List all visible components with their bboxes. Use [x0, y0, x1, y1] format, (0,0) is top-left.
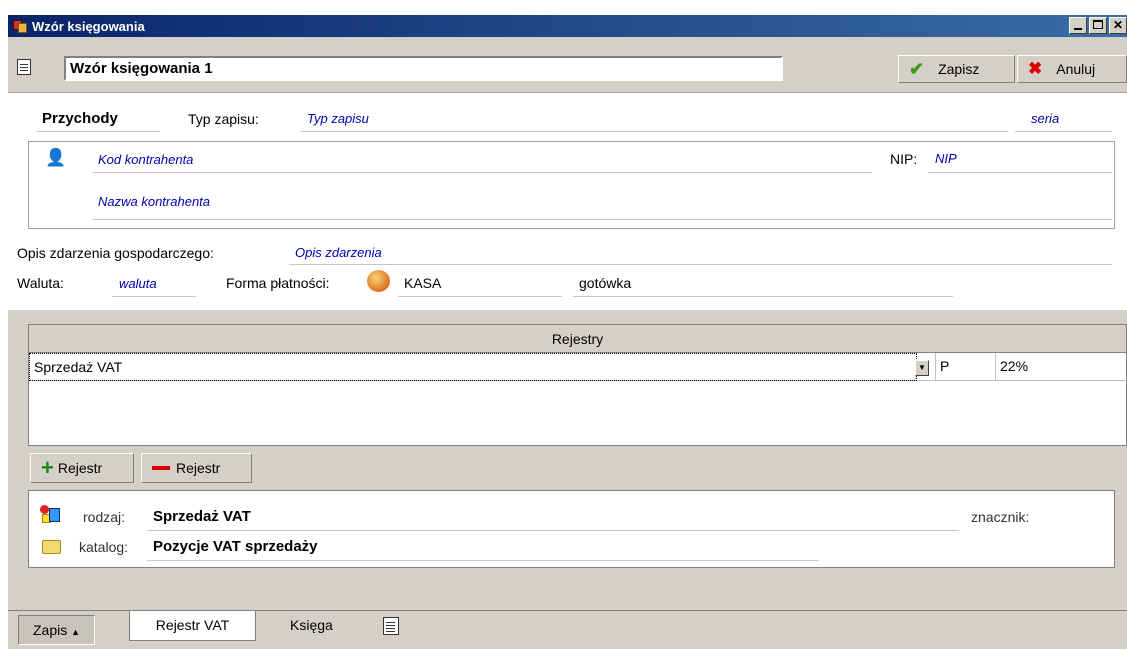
folder-icon [42, 540, 61, 554]
nip-field[interactable]: NIP [935, 151, 957, 166]
chevron-down-icon[interactable]: ▼ [915, 360, 929, 376]
section-title: Przychody [42, 110, 118, 127]
cashbox-field[interactable]: KASA [404, 275, 441, 291]
registers-grid: Rejestry Sprzedaż VAT ▼ P 22% [28, 324, 1127, 446]
series-field[interactable]: seria [1031, 111, 1059, 126]
contractor-name-field[interactable]: Nazwa kontrahenta [98, 194, 210, 209]
kind-label: rodzaj: [83, 509, 126, 525]
cross-icon: ✖ [1028, 59, 1043, 78]
currency-label: Waluta: [17, 275, 64, 291]
payment-label: Forma płatności: [226, 275, 330, 291]
currency-field[interactable]: waluta [119, 276, 157, 291]
maximize-button[interactable] [1089, 17, 1107, 34]
marker-label: znacznik: [971, 509, 1030, 525]
app-icon[interactable] [12, 18, 28, 34]
contractor-code-field[interactable]: Kod kontrahenta [98, 152, 193, 167]
event-label: Opis zdarzenia gospodarczego: [17, 245, 214, 261]
register-rate-cell[interactable]: 22% [995, 353, 1127, 381]
remove-register-label: Rejestr [176, 460, 221, 476]
contractor-icon[interactable]: 👤 [45, 148, 66, 168]
catalog-label: katalog: [79, 539, 129, 555]
minus-icon [152, 466, 170, 470]
register-details-box [28, 490, 1115, 568]
document-icon [17, 59, 31, 75]
window-title: Wzór księgowania [32, 18, 145, 34]
page-icon[interactable] [383, 617, 399, 635]
cashbox-icon[interactable] [367, 270, 390, 292]
remove-register-button[interactable]: Rejestr [141, 453, 252, 483]
nip-label: NIP: [890, 151, 918, 167]
save-button[interactable]: ✔ Zapisz [898, 55, 1015, 83]
caret-up-icon: ▲ [71, 627, 81, 637]
entry-type-label: Typ zapisu: [188, 111, 259, 127]
tab-ksiega[interactable]: Księga [276, 611, 347, 641]
cancel-button[interactable]: ✖ Anuluj [1017, 55, 1127, 83]
window-controls: ✕ [1067, 17, 1127, 34]
register-name-cell[interactable]: Sprzedaż VAT [29, 353, 917, 381]
save-label: Zapisz [938, 61, 980, 77]
minimize-button[interactable] [1069, 17, 1087, 34]
payment-method-field[interactable]: gotówka [579, 275, 631, 291]
register-type-cell[interactable]: P [935, 353, 995, 381]
check-icon: ✔ [909, 58, 925, 79]
shapes-icon [40, 505, 60, 525]
table-row[interactable]: Sprzedaż VAT ▼ P 22% [29, 353, 1126, 381]
kind-field[interactable]: Sprzedaż VAT [153, 508, 251, 525]
catalog-field[interactable]: Pozycje VAT sprzedaży [153, 538, 318, 555]
close-window-button[interactable]: ✕ [1109, 17, 1127, 34]
template-name-input[interactable]: Wzór księgowania 1 [64, 56, 783, 81]
add-register-button[interactable]: + Rejestr [30, 453, 134, 483]
cancel-label: Anuluj [1056, 61, 1096, 77]
registers-grid-header: Rejestry [29, 325, 1126, 353]
entry-type-field[interactable]: Typ zapisu [307, 111, 369, 126]
event-field[interactable]: Opis zdarzenia [295, 245, 382, 260]
tab-bar: Zapis ▲ Rejestr VAT Księga [8, 610, 1127, 649]
add-register-label: Rejestr [57, 460, 103, 476]
tab-zapis[interactable]: Zapis ▲ [18, 615, 96, 645]
plus-icon: + [41, 455, 54, 480]
title-bar: Wzór księgowania ✕ [8, 15, 1127, 37]
tab-rejestr-vat[interactable]: Rejestr VAT [129, 611, 256, 641]
